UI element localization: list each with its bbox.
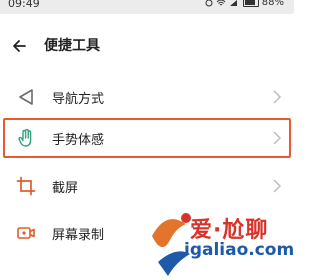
alarm-icon (205, 0, 213, 6)
list-item-label: 屏幕录制 (52, 228, 105, 243)
battery-level: 88% (261, 0, 284, 8)
page-title: 便捷工具 (44, 38, 100, 54)
navigation-back-triangle-icon (19, 89, 33, 105)
chevron-right-icon (273, 131, 282, 145)
back-arrow-icon[interactable] (10, 36, 30, 56)
status-time: 09:49 (8, 0, 40, 10)
status-bar: 09:49 88% (0, 0, 294, 14)
list-item-gestures[interactable]: 手势体感 (0, 119, 294, 157)
screen-record-icon (17, 227, 35, 239)
list-item-screenshot[interactable]: 截屏 (0, 167, 294, 205)
watermark-url: igaliao.com (184, 240, 295, 260)
list-item-navigation-mode[interactable]: 导航方式 (0, 78, 294, 116)
wifi-icon (216, 0, 226, 5)
crop-icon (16, 176, 36, 196)
battery-icon (242, 0, 259, 7)
header: 便捷工具 (0, 30, 294, 62)
status-icons: 88% (205, 0, 284, 8)
hand-gesture-icon (18, 128, 32, 147)
chevron-right-icon (273, 179, 282, 193)
list-item-label: 截屏 (52, 181, 79, 196)
list-item-label: 手势体感 (52, 133, 105, 148)
signal-icon (229, 0, 237, 6)
chevron-right-icon (273, 90, 282, 104)
list-item-label: 导航方式 (52, 92, 105, 107)
